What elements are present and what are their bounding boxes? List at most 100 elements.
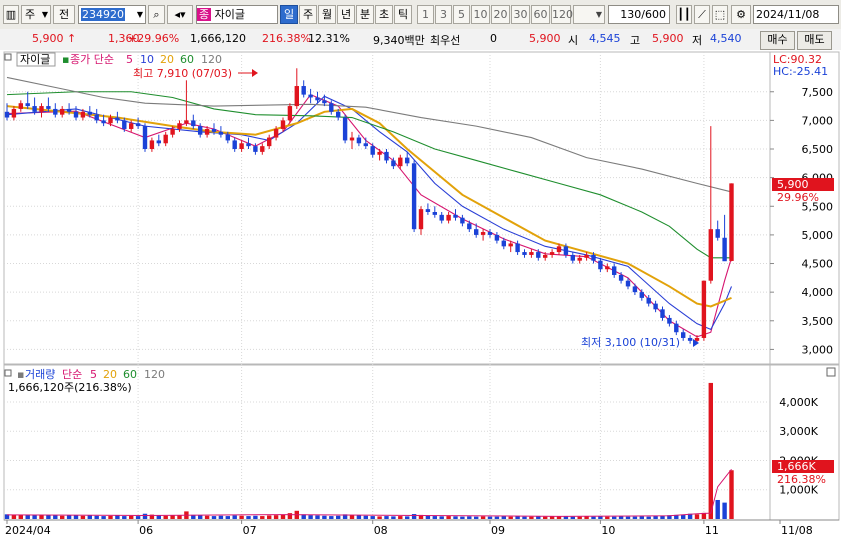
candle-body [349,137,355,141]
ma-10-label: 10 [140,53,154,66]
candle-body [336,111,341,118]
type-select[interactable]: 전 [53,5,75,24]
volume-bar [439,516,444,519]
volume-dot-icon: ▪ [17,368,24,381]
up-arrow-icon: ↑ [67,32,77,45]
turnover-rate: 12.31% [308,32,350,45]
minute-option[interactable]: 5 [453,5,470,24]
tab-second[interactable]: 초 [375,5,393,24]
volume-bar [87,515,92,519]
tab-minute[interactable]: 분 [356,5,374,24]
toolbar: ▥ 주 ▼ 전 234920 ▼ ⌕ ◂▾ 종 자이글 일 주 월 년 분 초 틱 … [0,0,841,30]
volume-bar [287,513,293,519]
price-tick-label: 6,500 [802,143,834,156]
search-icon[interactable]: ⌕ [148,5,165,24]
volume-bar [308,515,313,519]
minute-option[interactable]: 120 [551,5,573,24]
volume-bar [377,516,382,519]
candle-body [618,274,624,281]
tab-month[interactable]: 월 [318,5,336,24]
candle-body [377,151,382,155]
candle-body [225,134,230,141]
volume-bar [405,516,410,519]
volume-bar [211,516,217,519]
candle-body [605,266,610,270]
volume-bar [46,515,51,519]
best-bid-value: 0 [490,32,497,45]
candle-body [584,254,589,258]
volume-ma-label: 단순 [62,368,82,381]
tab-week[interactable]: 주 [299,5,317,24]
candle-body [218,131,224,135]
minute-option[interactable]: 60 [531,5,550,24]
market-select[interactable]: 주 ▼ [21,5,51,24]
minute-option[interactable]: 20 [491,5,510,24]
indicator-icon[interactable]: ⬚ [712,5,728,24]
ma-dot-icon: ▪ [62,53,69,66]
candle-body [529,252,534,255]
maximize-icon[interactable] [826,367,836,377]
quote-bar: 5,900 ↑ 1,360 +29.96% 1,666,120 216.38% … [0,29,841,51]
candle-body [425,209,431,212]
vol-ma-20-label: 20 [103,368,117,381]
vol-ma-5-label: 5 [90,368,97,381]
minute-custom-select[interactable]: ▼ [573,5,605,24]
candle-body [80,111,86,118]
candle-body [329,103,334,112]
tab-year[interactable]: 년 [337,5,355,24]
tab-day[interactable]: 일 [280,5,298,24]
compare-icon[interactable]: ⟋ [694,5,710,24]
candle-body [11,108,17,118]
minute-option[interactable]: 3 [435,5,452,24]
low-value: 4,540 [710,32,742,45]
minute-option[interactable]: 10 [471,5,490,24]
volume-bar [163,515,168,519]
price-tick-label: 3,500 [802,315,834,328]
high-label: 고 [630,34,641,47]
sell-button[interactable]: 매도 [797,31,832,50]
volume-bar [536,516,541,519]
price-box-label: 5,900 [777,178,809,191]
candle-body [681,332,686,338]
code-input[interactable]: 234920 ▼ [78,5,146,24]
count-field[interactable]: 130/600 [608,5,670,24]
candle-body [25,103,30,107]
tab-tick[interactable]: 틱 [394,5,412,24]
price-pct-label: 29.96% [777,191,819,204]
candle-body [598,260,603,270]
volume-bar [170,515,175,519]
sound-icon[interactable]: ◂▾ [167,5,193,24]
volume-bar [239,515,244,519]
volume-bar [135,516,141,519]
candle-body [53,108,58,115]
date-tick-label: 06 [139,524,153,537]
buy-button[interactable]: 매수 [760,31,795,50]
volume-bar [11,514,17,519]
layout-icon[interactable]: ▥ [3,5,19,24]
candle-body [39,106,44,112]
date-field[interactable]: 2024/11/08 [753,5,839,24]
volume-bar [570,516,575,519]
candle-body [287,106,293,121]
volume-bar [522,516,527,519]
minute-option[interactable]: 1 [417,5,434,24]
low-annotation: 최저 3,100 (10/31) [581,336,680,349]
candle-body [508,243,513,247]
volume-tick-label: 3,000K [779,425,818,438]
vol-ma-120-label: 120 [144,368,165,381]
minute-option[interactable]: 30 [511,5,530,24]
stock-name-field[interactable]: 종 자이글 [196,5,278,24]
gear-icon[interactable]: ⚙ [731,5,751,24]
candle-body [301,86,306,95]
volume-bar [53,515,58,519]
volume-bar [515,516,520,519]
candle-body [632,286,638,293]
stock-chart[interactable]: 7,5007,0006,5006,0005,5005,0004,5004,000… [0,50,841,543]
volume-bar [543,516,548,519]
current-price: 5,900 [32,32,64,45]
volume-bar [384,516,389,519]
candle-body [32,106,37,112]
candle-icon[interactable]: ┃┃ [676,5,692,24]
candle-body [198,126,203,135]
date-tick-label: 08 [374,524,388,537]
